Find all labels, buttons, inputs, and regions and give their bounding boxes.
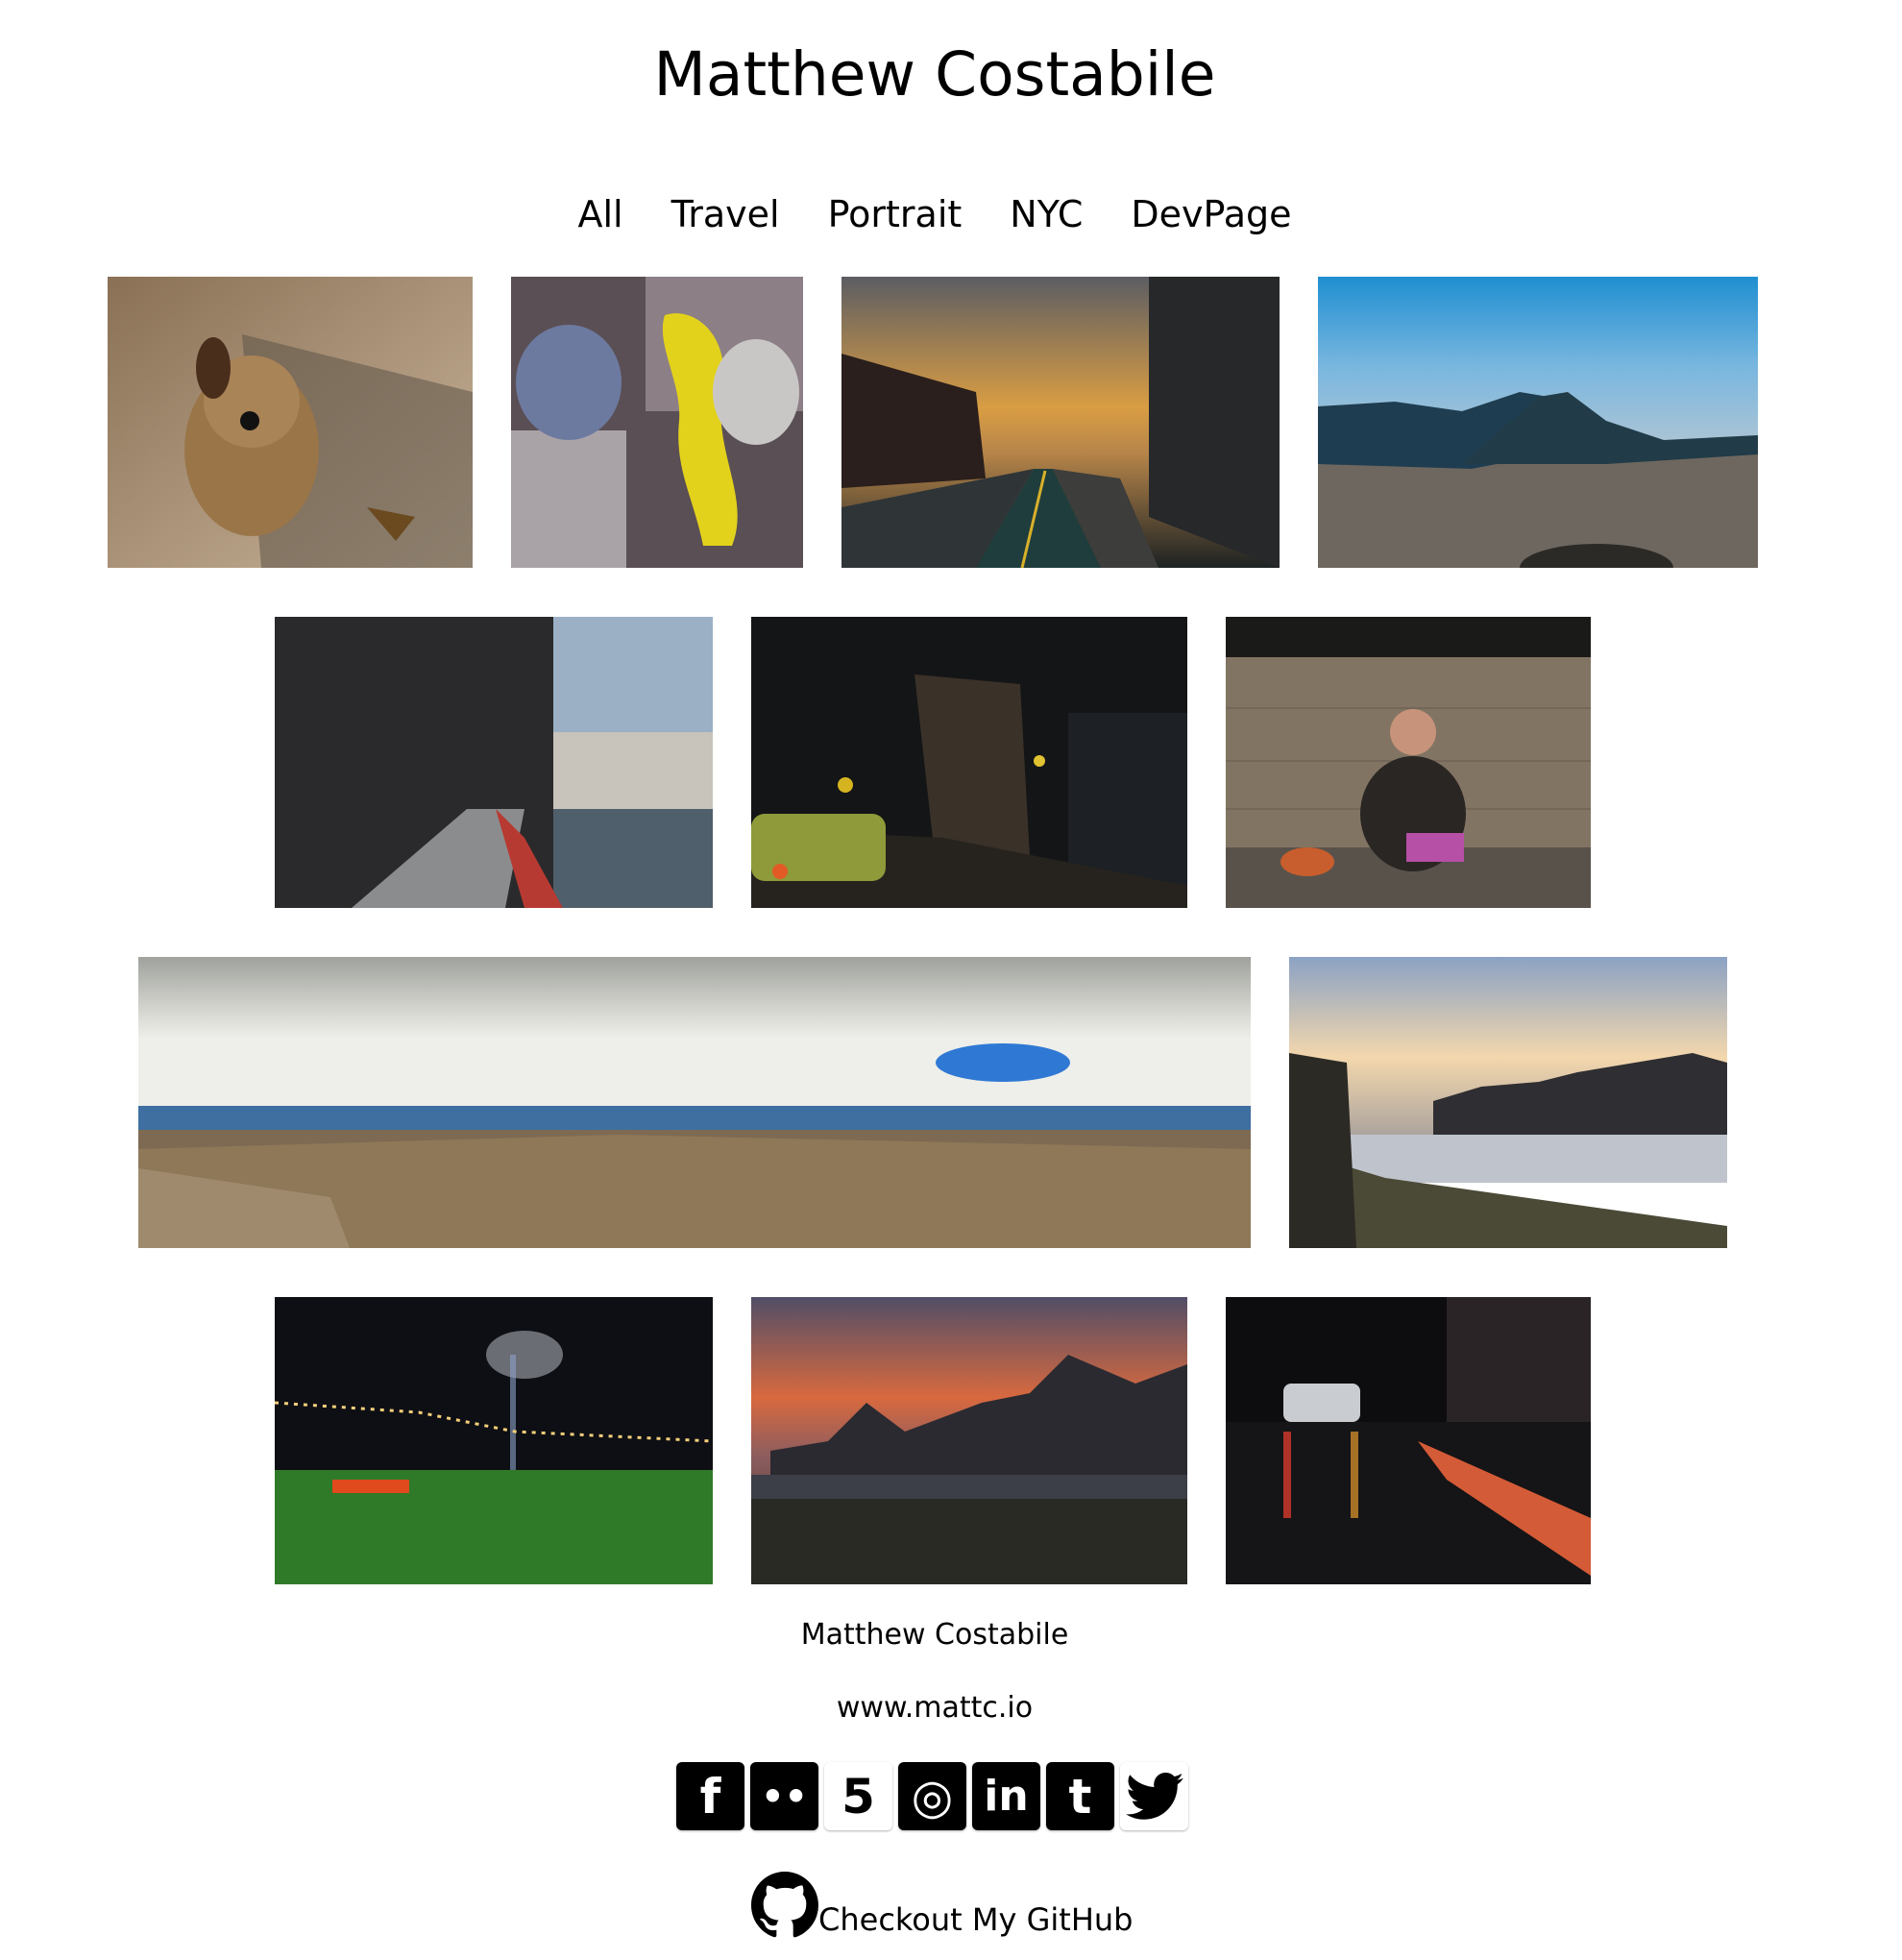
photo-brooklyn-bridge-night[interactable] — [275, 1297, 713, 1584]
nav-item-devpage[interactable]: DevPage — [1131, 190, 1291, 238]
footer-name: Matthew Costabile — [800, 1618, 1069, 1652]
category-nav: All Travel Portrait NYC DevPage — [0, 190, 1869, 238]
photo-rainy-night-street[interactable] — [1226, 1297, 1591, 1584]
photo-waterfront-promenade[interactable] — [275, 617, 713, 908]
footer-site-link[interactable]: www.mattc.io — [0, 1689, 1869, 1727]
flickr-icon[interactable]: •• — [750, 1762, 818, 1830]
instagram-icon[interactable]: ◎ — [898, 1762, 966, 1830]
nav-item-nyc[interactable]: NYC — [1010, 190, 1083, 238]
nav-item-travel[interactable]: Travel — [671, 190, 780, 238]
photo-street-sunset-bike-lane[interactable] — [841, 277, 1280, 568]
photo-street-musician[interactable] — [1226, 617, 1591, 908]
500px-icon[interactable]: 5 — [824, 1762, 892, 1830]
photo-panorama-valley[interactable] — [138, 957, 1251, 1248]
photo-river-skyline-sunset[interactable] — [1289, 957, 1727, 1248]
github-label: Checkout My GitHub — [818, 1901, 1134, 1938]
page-title: Matthew Costabile — [653, 39, 1216, 110]
social-links: f •• 5 ◎ in t — [676, 1762, 1188, 1830]
photo-dog[interactable] — [108, 277, 473, 568]
twitter-icon[interactable] — [1120, 1762, 1188, 1830]
photo-hudson-river-mountain[interactable] — [1318, 277, 1758, 568]
photo-skyline-orange-sky[interactable] — [751, 1297, 1187, 1584]
facebook-icon[interactable]: f — [676, 1762, 744, 1830]
github-link[interactable]: Checkout My GitHub — [751, 1872, 1133, 1939]
nav-item-all[interactable]: All — [577, 190, 622, 238]
tumblr-icon[interactable]: t — [1046, 1762, 1114, 1830]
github-icon — [751, 1872, 818, 1938]
photo-holi-color-powder[interactable] — [511, 277, 803, 568]
photo-night-street-taxi[interactable] — [751, 617, 1187, 908]
linkedin-icon[interactable]: in — [972, 1762, 1040, 1830]
nav-item-portrait[interactable]: Portrait — [828, 190, 963, 238]
